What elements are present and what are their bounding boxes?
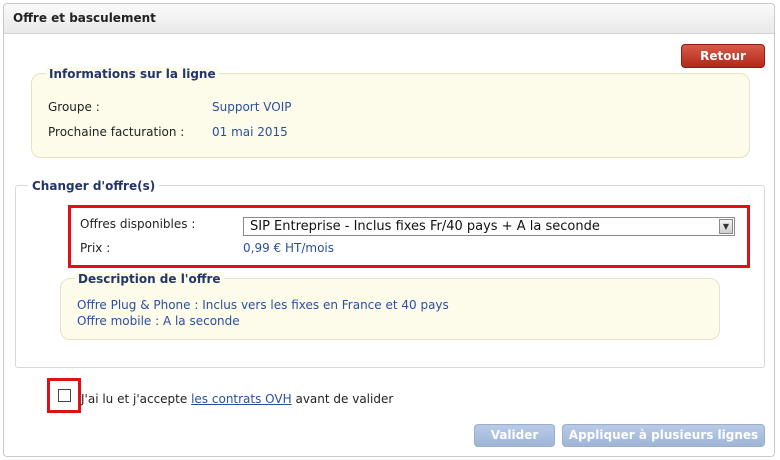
accept-text-after: avant de valider — [291, 392, 394, 406]
contracts-link[interactable]: les contrats OVH — [191, 392, 292, 406]
groupe-label: Groupe : — [48, 100, 100, 114]
offer-select-value: SIP Entreprise - Inclus fixes Fr/40 pays… — [250, 219, 600, 234]
line-info-box — [31, 73, 750, 158]
accept-text-before: J'ai lu et j'accepte — [81, 392, 192, 406]
offer-description-legend: Description de l'offre — [75, 272, 224, 286]
accept-terms-checkbox[interactable] — [58, 389, 71, 402]
panel-header: Offre et basculement — [4, 4, 774, 34]
panel-title: Offre et basculement — [13, 11, 156, 25]
offer-select[interactable]: SIP Entreprise - Inclus fixes Fr/40 pays… — [243, 217, 735, 236]
chevron-down-icon[interactable]: ▼ — [719, 219, 733, 234]
change-offer-legend: Changer d'offre(s) — [28, 179, 160, 193]
accept-terms-text: J'ai lu et j'accepte les contrats OVH av… — [81, 392, 393, 406]
line-info-legend: Informations sur la ligne — [46, 67, 219, 81]
prix-value: 0,99 € HT/mois — [243, 241, 334, 255]
offer-description-line-1: Offre Plug & Phone : Inclus vers les fix… — [77, 298, 449, 312]
offres-label: Offres disponibles : — [80, 217, 196, 231]
apply-multiple-lines-button[interactable]: Appliquer à plusieurs lignes — [562, 424, 765, 447]
retour-button[interactable]: Retour — [681, 44, 765, 68]
facturation-label: Prochaine facturation : — [48, 125, 185, 139]
valider-button[interactable]: Valider — [474, 424, 555, 447]
prix-label: Prix : — [80, 241, 111, 255]
offer-description-line-2: Offre mobile : A la seconde — [77, 314, 240, 328]
groupe-value: Support VOIP — [212, 100, 292, 114]
offer-highlight-box — [68, 205, 750, 268]
facturation-value: 01 mai 2015 — [212, 125, 288, 139]
